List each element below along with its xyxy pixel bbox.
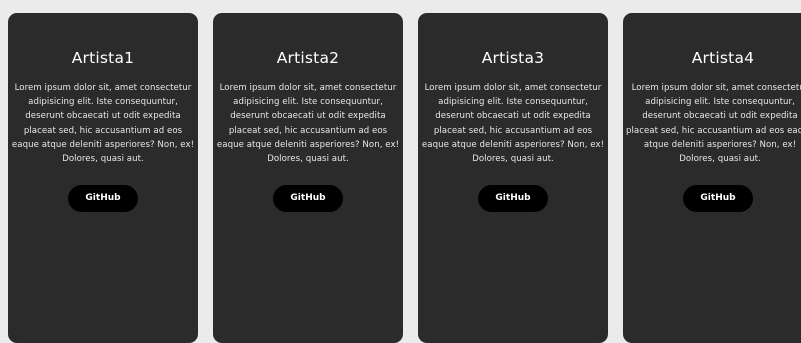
card-description: Lorem ipsum dolor sit, amet consectetur … bbox=[625, 83, 801, 165]
artist-card-2: Artista2 Lorem ipsum dolor sit, amet con… bbox=[213, 13, 403, 343]
card-title: Artista3 bbox=[481, 49, 545, 67]
card-description: Lorem ipsum dolor sit, amet consectetur … bbox=[421, 83, 605, 165]
card-description: Lorem ipsum dolor sit, amet consectetur … bbox=[216, 83, 400, 165]
github-button[interactable]: GitHub bbox=[683, 185, 753, 213]
artist-card-4: Artista4 Lorem ipsum dolor sit, amet con… bbox=[623, 13, 801, 343]
artist-cards: Artista1 Lorem ipsum dolor sit, amet con… bbox=[0, 0, 801, 343]
github-button[interactable]: GitHub bbox=[478, 185, 548, 213]
card-title: Artista2 bbox=[276, 49, 340, 67]
github-button[interactable]: GitHub bbox=[273, 185, 343, 213]
github-button[interactable]: GitHub bbox=[68, 185, 138, 213]
card-title: Artista4 bbox=[691, 49, 755, 67]
card-title: Artista1 bbox=[71, 49, 135, 67]
card-description: Lorem ipsum dolor sit, amet consectetur … bbox=[11, 83, 195, 165]
artist-card-1: Artista1 Lorem ipsum dolor sit, amet con… bbox=[8, 13, 198, 343]
artist-card-3: Artista3 Lorem ipsum dolor sit, amet con… bbox=[418, 13, 608, 343]
